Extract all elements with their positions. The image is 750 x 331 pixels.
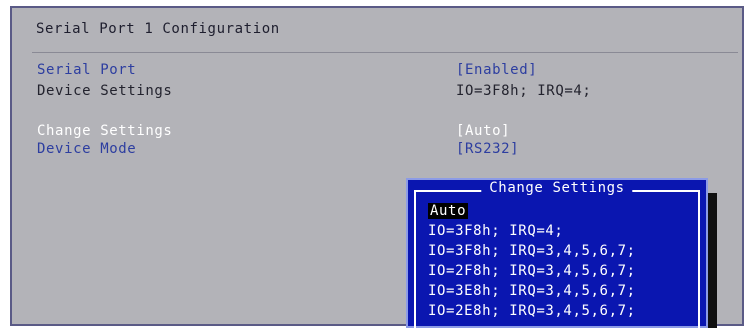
device-mode-label[interactable]: Device Mode [37, 141, 136, 157]
device-settings-label: Device Settings [37, 83, 173, 99]
popup-option-2e8-irq-multi[interactable]: IO=2E8h; IRQ=3,4,5,6,7; [428, 303, 636, 319]
popup-option-3f8-irq4[interactable]: IO=3F8h; IRQ=4; [428, 223, 563, 239]
popup-option-3f8-irq-multi[interactable]: IO=3F8h; IRQ=3,4,5,6,7; [428, 243, 636, 259]
change-settings-popup: Change Settings Auto IO=3F8h; IRQ=4; IO=… [406, 178, 708, 328]
popup-title: Change Settings [481, 180, 633, 196]
change-settings-label[interactable]: Change Settings [37, 123, 172, 139]
device-settings-value: IO=3F8h; IRQ=4; [456, 83, 592, 99]
popup-option-auto[interactable]: Auto [428, 203, 469, 219]
popup-option-2f8-irq-multi[interactable]: IO=2F8h; IRQ=3,4,5,6,7; [428, 263, 636, 279]
device-mode-value[interactable]: [RS232] [456, 141, 519, 157]
page-title: Serial Port 1 Configuration [36, 21, 280, 37]
change-settings-value[interactable]: [Auto] [456, 123, 510, 139]
popup-option-3e8-irq-multi[interactable]: IO=3E8h; IRQ=3,4,5,6,7; [428, 283, 636, 299]
serial-port-label[interactable]: Serial Port [37, 62, 136, 78]
title-divider [32, 52, 738, 53]
serial-port-value[interactable]: [Enabled] [456, 62, 537, 78]
